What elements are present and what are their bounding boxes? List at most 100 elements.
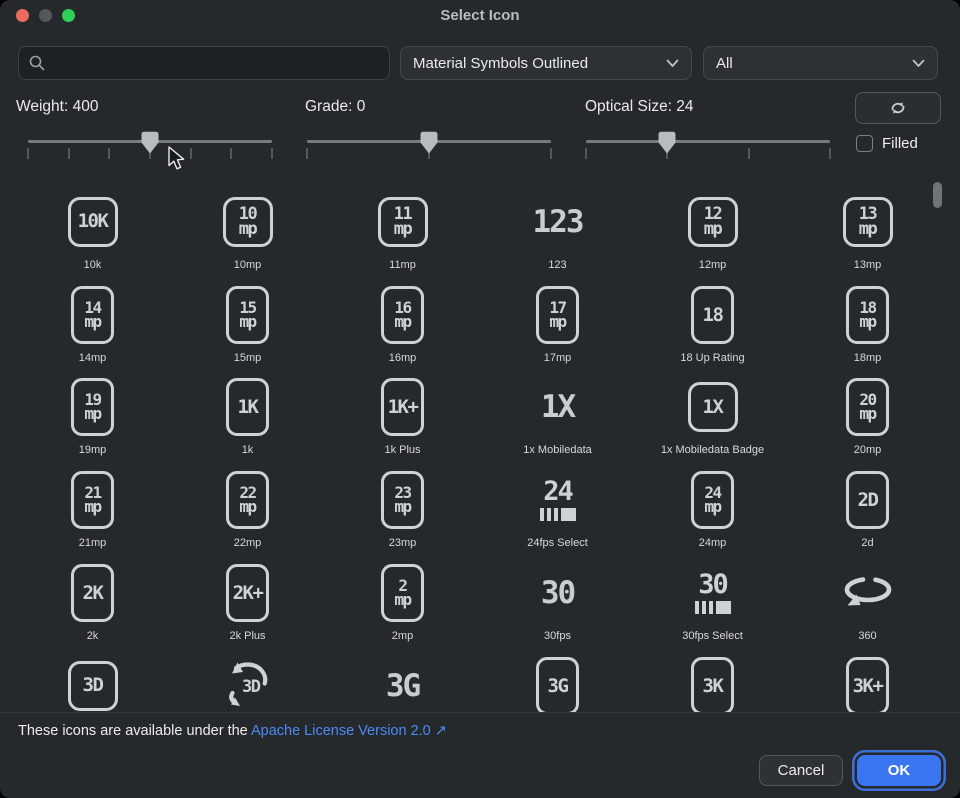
scrollbar-thumb[interactable] xyxy=(933,182,942,208)
chevron-down-icon xyxy=(666,59,679,68)
grade-slider-thumb[interactable] xyxy=(420,131,438,155)
icon-cell-30fps[interactable]: 30 30fps xyxy=(480,549,635,642)
icon-label: 20mp xyxy=(854,444,882,456)
icon-label: 2mp xyxy=(392,630,413,642)
ok-button[interactable]: OK xyxy=(857,755,941,786)
category-dropdown-value: All xyxy=(716,55,733,72)
optical-size-label: Optical Size: 24 xyxy=(585,98,694,116)
icon-cell-16mp[interactable]: 16mp16mp xyxy=(325,271,480,364)
grade-slider-tick xyxy=(550,148,552,159)
icon-cell[interactable]: 3D xyxy=(170,642,325,712)
icon-glyph: 24 xyxy=(540,469,576,531)
optical-slider-track[interactable] xyxy=(586,140,830,143)
icon-cell-1x-mobiledata[interactable]: 1X1x Mobiledata xyxy=(480,364,635,457)
icon-cell[interactable]: 3G xyxy=(325,642,480,712)
icon-glyph: 10mp xyxy=(223,191,273,253)
icon-glyph: 1K xyxy=(226,377,269,439)
icon-label: 18mp xyxy=(854,352,882,364)
icon-cell-13mp[interactable]: 13mp13mp xyxy=(790,178,945,271)
icon-glyph: 2mp xyxy=(381,562,424,624)
icon-cell[interactable]: 3D xyxy=(15,642,170,712)
optical-size-slider[interactable] xyxy=(586,131,830,163)
icon-label: 30fps xyxy=(544,630,571,642)
icon-cell-360[interactable]: 360 xyxy=(790,549,945,642)
icon-label: 2k xyxy=(87,630,99,642)
icon-cell-24fps-select[interactable]: 24 24fps Select xyxy=(480,456,635,549)
weight-label: Weight: 400 xyxy=(16,98,98,116)
icon-cell-12mp[interactable]: 12mp12mp xyxy=(635,178,790,271)
weight-slider[interactable] xyxy=(28,131,272,163)
icon-glyph: 3K+ xyxy=(846,655,889,712)
apache-license-link[interactable]: Apache License Version 2.0 ↗ xyxy=(251,723,447,739)
icon-cell-30fps-select[interactable]: 3030fps Select xyxy=(635,549,790,642)
icon-glyph: 19mp xyxy=(71,377,114,439)
icon-cell-23mp[interactable]: 23mp 23mp xyxy=(325,456,480,549)
icon-glyph: 3D xyxy=(222,655,274,712)
icon-cell[interactable]: 3K xyxy=(635,642,790,712)
icon-cell-24mp[interactable]: 24mp24mp xyxy=(635,456,790,549)
icon-cell-1k-plus[interactable]: 1K+1k Plus xyxy=(325,364,480,457)
icon-label: 10mp xyxy=(234,259,262,271)
icon-cell-18mp[interactable]: 18mp 18mp xyxy=(790,271,945,364)
icon-label: 123 xyxy=(548,259,566,271)
icon-cell-2d[interactable]: 2D2d xyxy=(790,456,945,549)
icon-cell-1x-mobiledata-badge[interactable]: 1X1x Mobiledata Badge xyxy=(635,364,790,457)
font-dropdown[interactable]: Material Symbols Outlined xyxy=(400,46,692,80)
icon-glyph: 3G xyxy=(536,655,579,712)
icon-cell-2k-plus[interactable]: 2K+2k Plus xyxy=(170,549,325,642)
icon-label: 19mp xyxy=(79,444,107,456)
icon-cell-14mp[interactable]: 14mp14mp xyxy=(15,271,170,364)
icon-label: 11mp xyxy=(389,259,416,271)
icon-label: 2k Plus xyxy=(229,630,265,642)
icon-glyph: 14mp xyxy=(71,284,114,346)
icon-glyph: 21mp xyxy=(71,469,114,531)
icon-label: 2d xyxy=(861,537,873,549)
license-note: These icons are available under the Apac… xyxy=(18,723,447,739)
icon-label: 24fps Select xyxy=(527,537,588,549)
grade-slider-tick xyxy=(306,148,308,159)
weight-slider-tick xyxy=(271,148,273,159)
icon-glyph: 23mp xyxy=(381,469,424,531)
icon-cell[interactable]: 3K+ xyxy=(790,642,945,712)
optical-slider-thumb[interactable] xyxy=(658,131,676,155)
grade-slider[interactable] xyxy=(307,131,551,163)
icon-glyph: 18mp xyxy=(846,284,889,346)
weight-slider-tick xyxy=(230,148,232,159)
icon-cell-10k[interactable]: 10K10k xyxy=(15,178,170,271)
search-input[interactable] xyxy=(53,54,379,73)
weight-slider-thumb[interactable] xyxy=(141,131,159,155)
icon-cell-20mp[interactable]: 20mp20mp xyxy=(790,364,945,457)
icon-label: 360 xyxy=(858,630,876,642)
icon-cell-10mp[interactable]: 10mp 10mp xyxy=(170,178,325,271)
icon-cell-19mp[interactable]: 19mp 19mp xyxy=(15,364,170,457)
icon-label: 1x Mobiledata xyxy=(523,444,592,456)
icon-cell-18-up-rating[interactable]: 1818 Up Rating xyxy=(635,271,790,364)
icon-cell-11mp[interactable]: 11mp11mp xyxy=(325,178,480,271)
icon-glyph: 3K xyxy=(691,655,734,712)
optical-slider-tick xyxy=(585,148,587,159)
search-field[interactable] xyxy=(18,46,390,80)
icon-cell-17mp[interactable]: 17mp17mp xyxy=(480,271,635,364)
icon-cell-15mp[interactable]: 15mp15mp xyxy=(170,271,325,364)
icon-cell-22mp[interactable]: 22mp22mp xyxy=(170,456,325,549)
icon-label: 1x Mobiledata Badge xyxy=(661,444,764,456)
icon-glyph xyxy=(844,562,892,624)
search-icon xyxy=(29,55,45,71)
icon-glyph: 30 xyxy=(541,562,574,624)
icon-cell-2mp[interactable]: 2mp 2mp xyxy=(325,549,480,642)
icon-glyph: 3G xyxy=(386,655,419,712)
icon-cell-2k[interactable]: 2K 2k xyxy=(15,549,170,642)
refresh-button[interactable] xyxy=(855,92,941,124)
icon-glyph: 2K xyxy=(71,562,114,624)
icon-cell-1k[interactable]: 1K1k xyxy=(170,364,325,457)
filled-checkbox[interactable] xyxy=(856,135,873,152)
category-dropdown[interactable]: All xyxy=(703,46,938,80)
optical-slider-tick xyxy=(748,148,750,159)
icon-cell[interactable]: 3G xyxy=(480,642,635,712)
filled-checkbox-label: Filled xyxy=(882,135,918,152)
icon-cell-21mp[interactable]: 21mp21mp xyxy=(15,456,170,549)
icon-label: 30fps Select xyxy=(682,630,743,642)
icon-label: 23mp xyxy=(389,537,417,549)
icon-cell-123[interactable]: 123123 xyxy=(480,178,635,271)
cancel-button[interactable]: Cancel xyxy=(759,755,843,786)
